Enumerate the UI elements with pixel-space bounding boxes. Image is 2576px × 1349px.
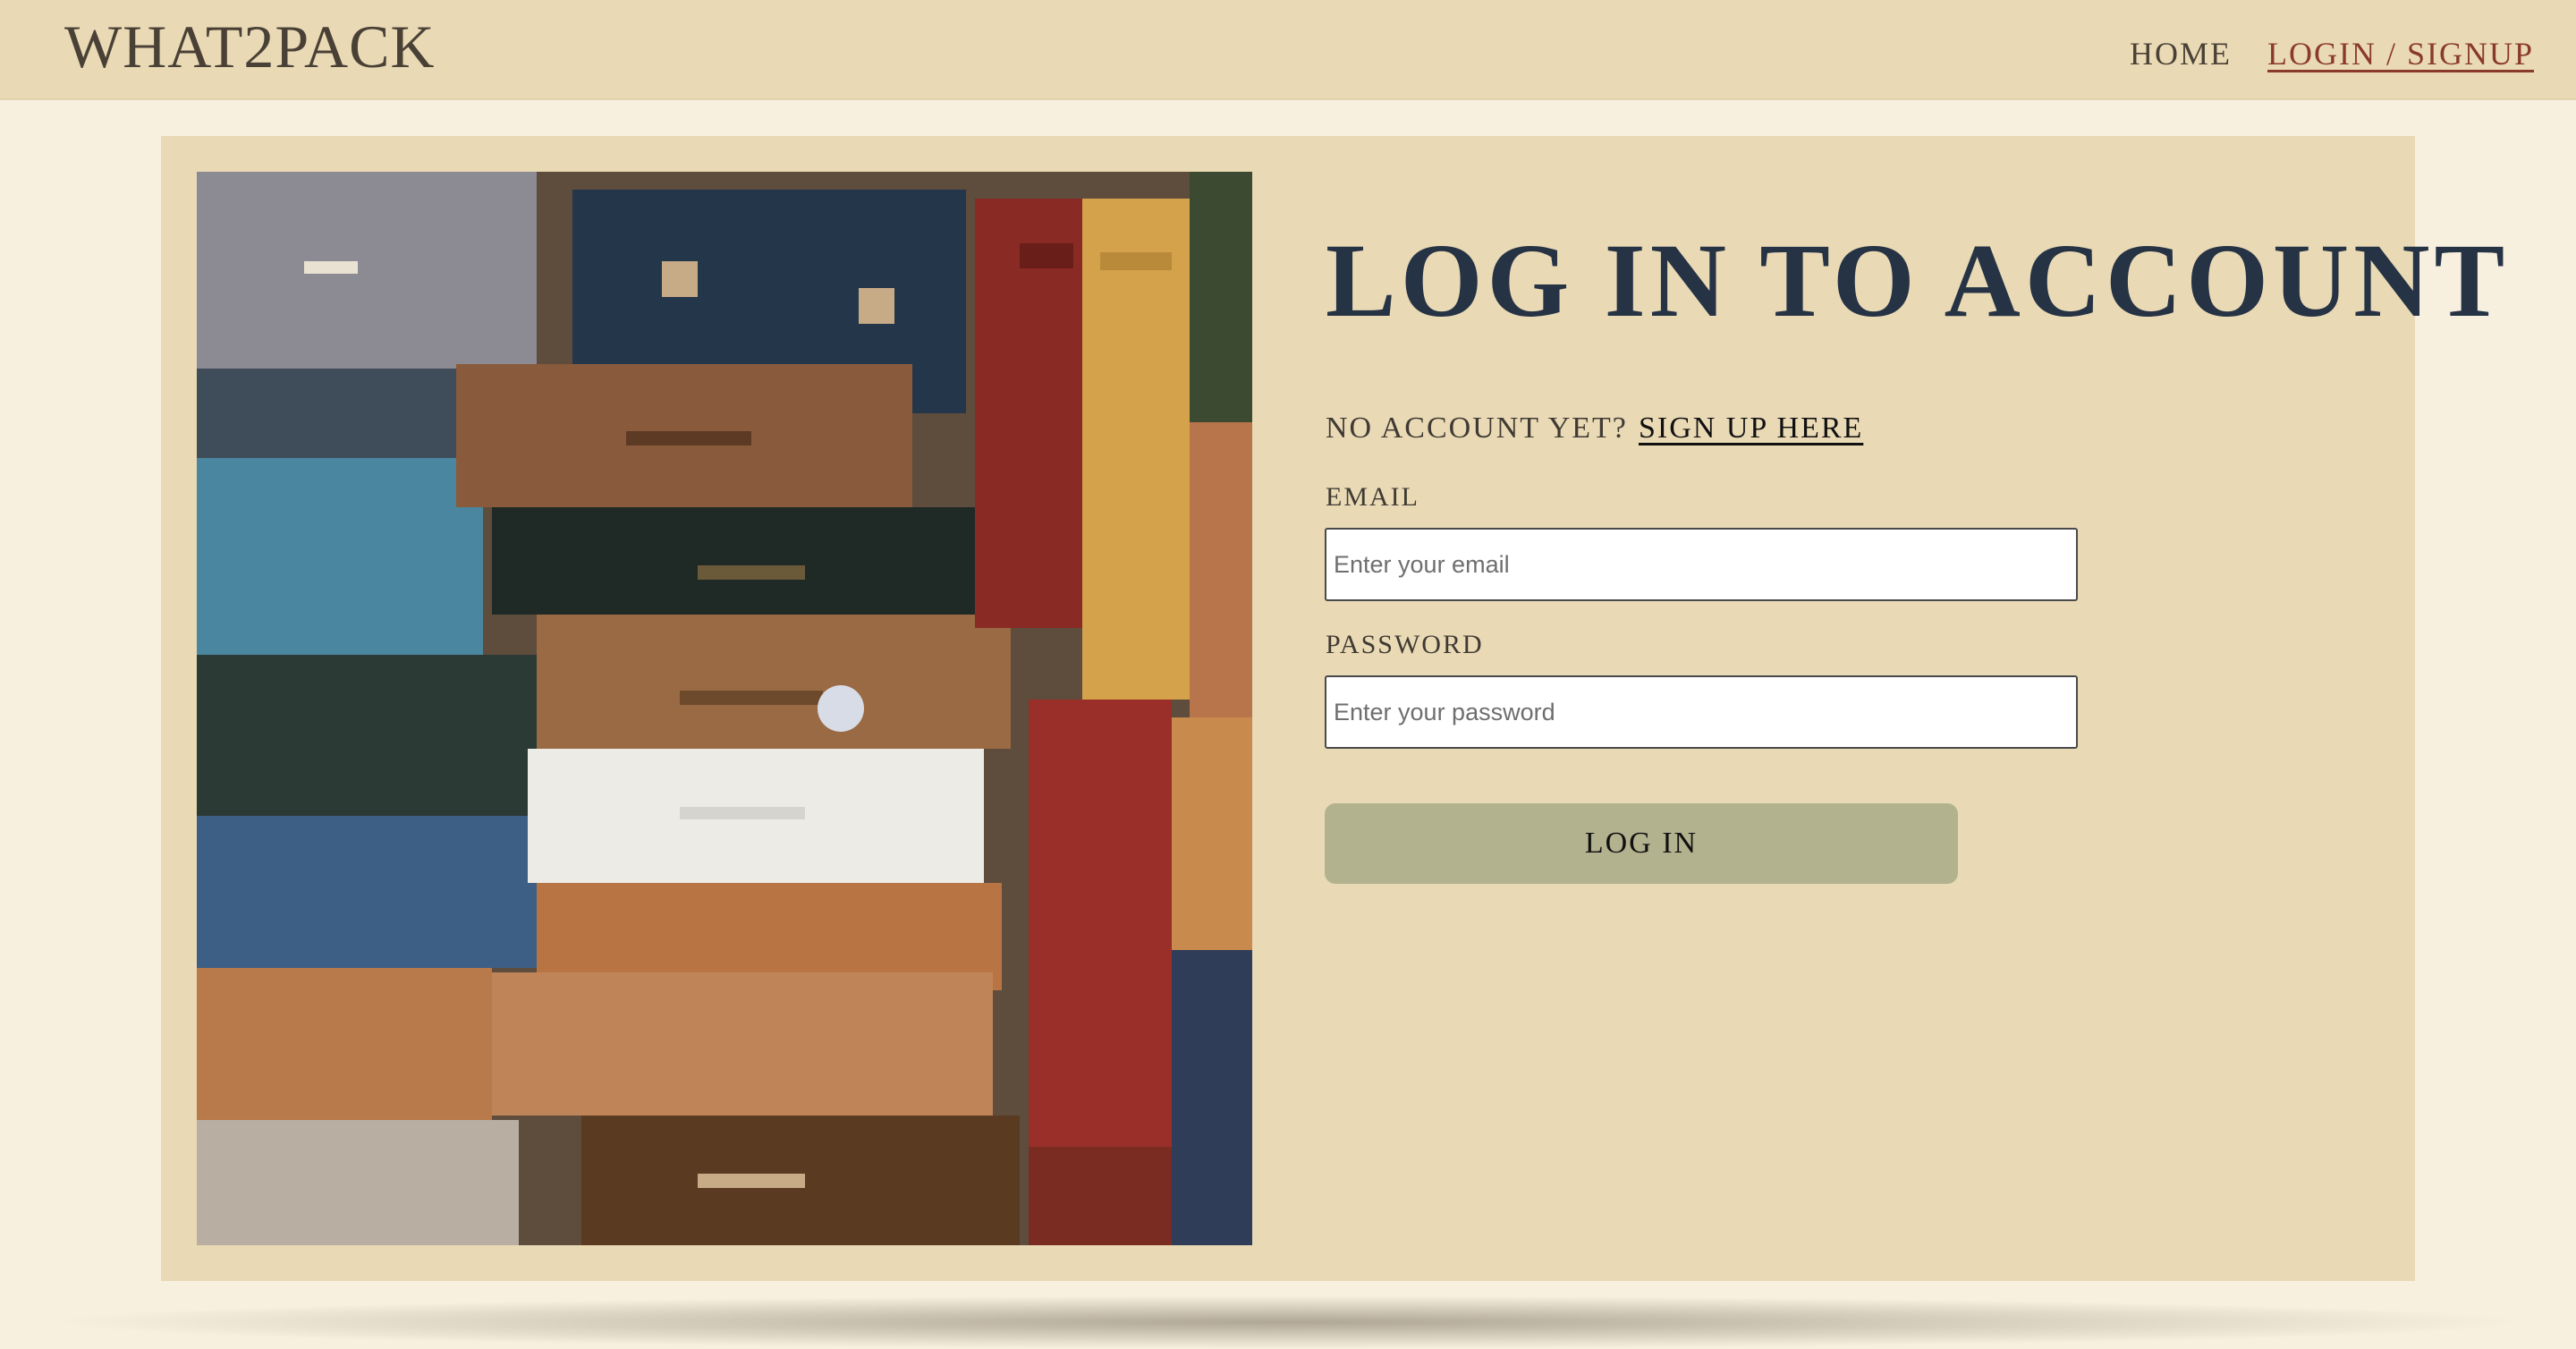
- card-shadow: [36, 1295, 2540, 1349]
- suitcases-photo: [197, 172, 1252, 1245]
- log-in-button[interactable]: LOG IN: [1325, 803, 1958, 884]
- page-title: LOG IN TO ACCOUNT: [1326, 222, 2510, 339]
- password-field[interactable]: [1325, 675, 2078, 749]
- email-field[interactable]: [1325, 528, 2078, 601]
- brand-logo[interactable]: WHAT2PACK: [64, 11, 436, 82]
- nav-link-home[interactable]: HOME: [2130, 34, 2232, 73]
- sign-up-link[interactable]: SIGN UP HERE: [1639, 410, 1863, 447]
- password-label: PASSWORD: [1326, 630, 1484, 659]
- no-account-text: NO ACCOUNT YET?: [1326, 411, 1628, 445]
- nav-link-login-signup[interactable]: LOGIN / SIGNUP: [2267, 34, 2534, 73]
- login-card: LOG IN TO ACCOUNT NO ACCOUNT YET? SIGN U…: [161, 136, 2504, 1281]
- suitcases-illustration: [197, 172, 1252, 1245]
- email-label: EMAIL: [1326, 482, 1419, 512]
- top-navbar: WHAT2PACK HOME LOGIN / SIGNUP: [0, 0, 2576, 100]
